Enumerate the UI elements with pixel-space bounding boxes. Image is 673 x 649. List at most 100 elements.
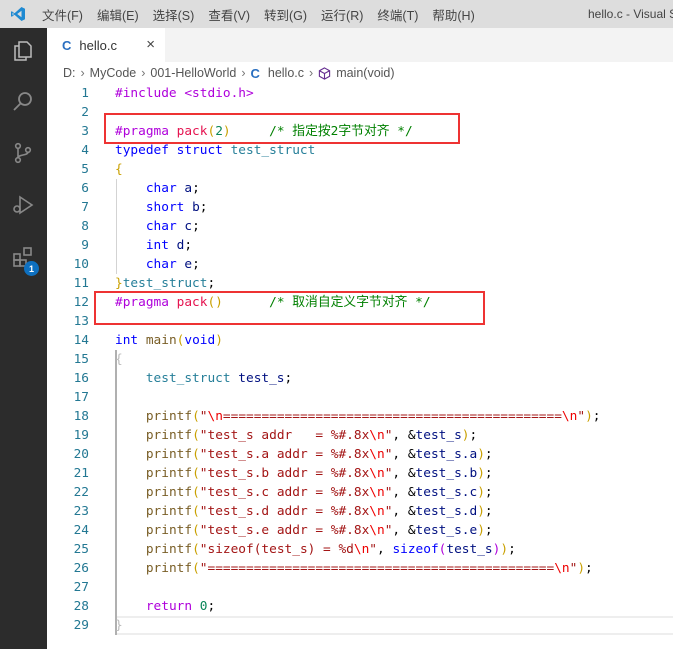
code-token: test_s.d <box>415 504 478 519</box>
menu-selection[interactable]: 选择(S) <box>146 5 202 24</box>
code-token: "sizeof(test_s) = %d <box>199 542 354 557</box>
line-number: 28 <box>73 599 89 614</box>
code-token: ) <box>477 466 485 481</box>
code-token: \n <box>369 447 385 462</box>
code-line: int main(void) <box>115 331 223 350</box>
code-token: ; <box>207 276 216 291</box>
code-token: ; <box>469 428 478 443</box>
menu-terminal[interactable]: 终端(T) <box>370 5 425 24</box>
line-number: 11 <box>73 276 89 291</box>
code-editor[interactable]: 1 #include <stdio.h> 2 3 #pragma pack(2) /* … <box>47 84 673 649</box>
breadcrumb-mycode[interactable]: MyCode <box>90 66 137 80</box>
menu-run[interactable]: 运行(R) <box>314 5 370 24</box>
code-line: short b; <box>115 198 208 217</box>
line-number: 8 <box>81 219 89 234</box>
code-token: test_s.b <box>415 466 478 481</box>
breadcrumb-drive[interactable]: D: <box>63 66 76 80</box>
code-token: typedef <box>115 143 177 158</box>
code-token: "test_s.a addr = %#.8x <box>199 447 370 462</box>
code-line: printf("test_s.b addr = %#.8x\n", &test_… <box>115 464 493 483</box>
code-token: printf <box>145 447 193 462</box>
run-debug-icon[interactable] <box>8 190 38 220</box>
c-file-icon: C <box>250 65 260 81</box>
code-token: c <box>184 219 193 234</box>
code-token: ; <box>484 466 493 481</box>
menu-go[interactable]: 转到(G) <box>257 5 314 24</box>
menu-help[interactable]: 帮助(H) <box>425 5 481 24</box>
line-number: 3 <box>81 124 89 139</box>
code-token: ; <box>199 200 208 215</box>
line-number: 15 <box>73 352 89 367</box>
code-token: test_s.a <box>415 447 478 462</box>
code-token: #include <box>115 86 185 101</box>
code-token: test_struct <box>122 276 208 291</box>
code-token: \n <box>369 466 385 481</box>
code-token: ) <box>477 523 485 538</box>
tab-label: hello.c <box>79 37 117 53</box>
code-token: ( <box>192 542 200 557</box>
chevron-right-icon: › <box>309 66 314 80</box>
line-number: 26 <box>73 561 89 576</box>
code-token: sizeof <box>392 542 439 557</box>
line-number: 18 <box>73 409 89 424</box>
breadcrumb-symbol[interactable]: main(void) <box>336 66 394 80</box>
line-number: 12 <box>73 295 89 310</box>
menu-file[interactable]: 文件(F) <box>35 5 90 24</box>
current-line-highlight <box>115 616 673 635</box>
code-token: " <box>369 542 378 557</box>
code-token: , & <box>392 504 416 519</box>
code-token: ; <box>192 257 200 272</box>
code-token: main <box>145 333 177 348</box>
search-icon[interactable] <box>8 86 38 116</box>
line-number: 21 <box>73 466 89 481</box>
code-token: void <box>184 333 216 348</box>
window-title: hello.c - Visual S <box>588 7 673 21</box>
menu-view[interactable]: 查看(V) <box>201 5 257 24</box>
line-number: 1 <box>81 86 89 101</box>
code-line: printf("test_s.a addr = %#.8x\n", &test_… <box>115 445 493 464</box>
close-icon[interactable]: × <box>146 36 155 53</box>
line-number: 6 <box>81 181 89 196</box>
breadcrumb-folder[interactable]: 001-HelloWorld <box>150 66 236 80</box>
code-token: printf <box>145 523 193 538</box>
source-control-icon[interactable] <box>8 138 38 168</box>
explorer-icon[interactable] <box>8 36 38 66</box>
code-token: test_s.e <box>415 523 478 538</box>
code-token: printf <box>145 409 193 424</box>
code-token: { <box>115 162 123 177</box>
c-file-icon: C <box>62 37 72 53</box>
code-token: ========================================… <box>222 409 562 424</box>
line-number: 19 <box>73 428 89 443</box>
breadcrumb-file[interactable]: hello.c <box>268 66 304 80</box>
line-number: 4 <box>81 143 89 158</box>
code-token: , & <box>392 485 416 500</box>
code-line: test_struct test_s; <box>115 369 292 388</box>
menu-edit[interactable]: 编辑(E) <box>90 5 146 24</box>
title-bar: 文件(F) 编辑(E) 选择(S) 查看(V) 转到(G) 运行(R) 终端(T… <box>0 0 673 28</box>
code-token: ) <box>477 447 485 462</box>
code-token: printf <box>145 504 193 519</box>
cube-icon <box>318 66 331 80</box>
code-token: ( <box>192 504 200 519</box>
code-token: \n <box>369 428 385 443</box>
code-line: } <box>115 616 123 635</box>
line-number: 27 <box>73 580 89 595</box>
code-token: test_s <box>415 428 462 443</box>
line-number: 13 <box>73 314 89 329</box>
line-number: 25 <box>73 542 89 557</box>
line-number: 29 <box>73 618 89 633</box>
tab-hello-c[interactable]: C hello.c × <box>47 28 165 62</box>
extensions-badge: 1 <box>24 261 39 276</box>
code-line: printf("================================… <box>115 559 593 578</box>
code-token: \n <box>369 485 385 500</box>
code-token: <stdio.h> <box>184 86 254 101</box>
